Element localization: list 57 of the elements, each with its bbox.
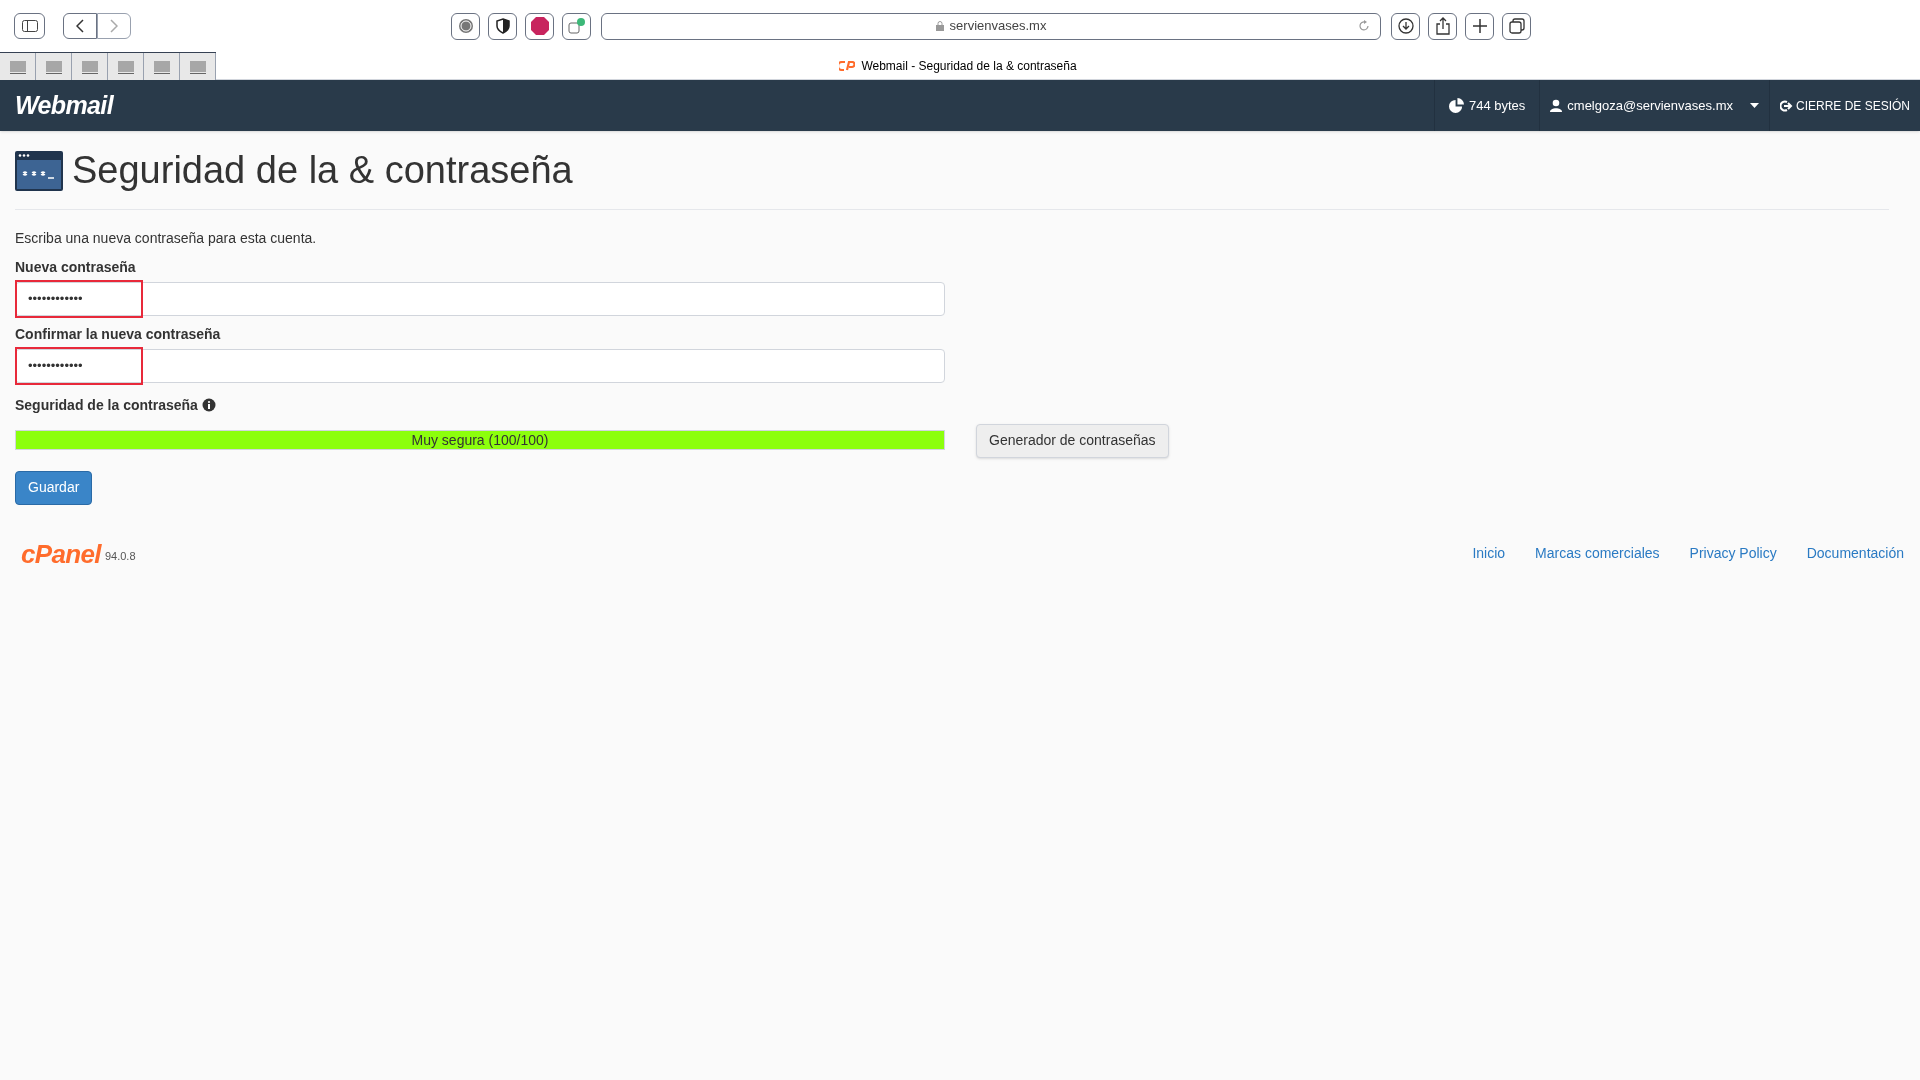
bookmark-favicon-icon [117, 59, 134, 74]
password-field[interactable]: •••••••••••• [15, 281, 945, 316]
cpanel-favicon-icon [839, 61, 856, 71]
footer-link[interactable]: Inicio [1472, 543, 1506, 564]
share-icon [1435, 17, 1450, 35]
save-button[interactable]: Guardar [15, 470, 93, 505]
webmail-logo[interactable]: Webmail [15, 86, 1434, 125]
version-text: 94.0.8 [104, 549, 136, 565]
address-text: servienvases.mx [949, 17, 1047, 36]
password-window-icon [15, 150, 63, 191]
footer-link[interactable]: Marcas comerciales [1535, 543, 1660, 564]
download-icon [1397, 18, 1414, 34]
user-menu[interactable]: cmelgoza@servienvases.mx [1539, 80, 1769, 131]
shield-icon [495, 18, 510, 34]
forward-icon [110, 19, 118, 33]
description-text: Escriba una nueva contraseña para esta cuenta. [15, 228, 318, 248]
address-bar[interactable]: servienvases.mx [601, 12, 1381, 40]
logout-link[interactable]: CIERRE DE SESIÓN [1768, 80, 1920, 131]
stop-sign-icon [529, 16, 550, 36]
pie-chart-icon [1448, 98, 1464, 113]
bookmark-favicon-icon [153, 59, 170, 74]
overlapping-squares-icon [1508, 18, 1525, 34]
back-icon [76, 19, 84, 33]
shield-extension-button[interactable] [488, 12, 517, 40]
footer-link[interactable]: Privacy Policy [1689, 543, 1777, 564]
back-button[interactable] [63, 13, 97, 39]
new-tab-button[interactable] [1465, 12, 1494, 40]
tab-overview-button[interactable] [1502, 12, 1531, 40]
adblock-extension-button[interactable] [525, 12, 554, 40]
caret-icon [1749, 103, 1759, 108]
plus-icon [1472, 19, 1487, 33]
sidebar-icon [21, 20, 38, 32]
password-generator-button[interactable]: Generador de contraseñas [976, 423, 1169, 458]
tab-title[interactable]: Webmail - Seguridad de la & contraseña [861, 57, 1077, 75]
forward-button[interactable] [97, 13, 131, 39]
bookmark-favicon-icon [45, 59, 62, 74]
logout-icon [1779, 99, 1793, 112]
share-button[interactable] [1428, 12, 1457, 40]
password-field[interactable]: •••••••••••• [15, 348, 945, 383]
strength-label: Seguridad de la contraseña [15, 395, 198, 415]
footer-link[interactable]: Documentación [1806, 543, 1904, 564]
reload-icon[interactable] [1358, 20, 1370, 32]
info-icon[interactable] [201, 398, 216, 412]
bookmark-favicon-icon [9, 59, 26, 74]
field-label: Confirmar la nueva contraseña [15, 324, 222, 344]
page-title: Seguridad de la & contraseña [72, 148, 573, 193]
sidebar-toggle-button[interactable] [14, 13, 45, 39]
extension-button[interactable] [562, 12, 591, 40]
globe-extension-button[interactable] [451, 12, 480, 40]
download-button[interactable] [1391, 12, 1420, 40]
lock-icon [935, 21, 944, 31]
disk-usage-item[interactable]: 744 bytes [1433, 80, 1540, 131]
bookmark-favicon-icon [81, 59, 98, 74]
bookmark-favicon-icon [189, 59, 206, 74]
field-label: Nueva contraseña [15, 257, 137, 277]
strength-reading: Muy segura (100/100) [410, 430, 550, 449]
user-icon [1550, 99, 1563, 112]
